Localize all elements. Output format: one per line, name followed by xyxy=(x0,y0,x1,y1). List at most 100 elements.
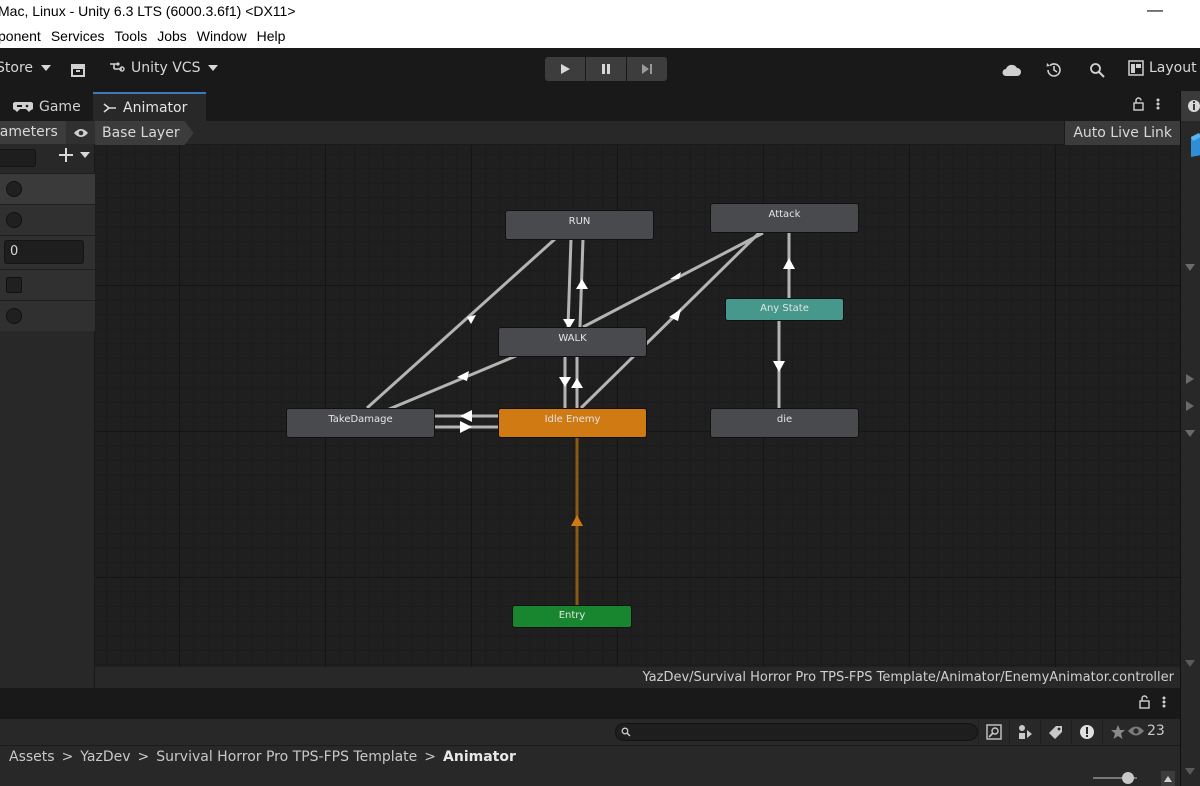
state-entry[interactable]: Entry xyxy=(513,606,631,627)
cloud-icon[interactable] xyxy=(1000,59,1022,81)
unity-vcs-dropdown[interactable]: Unity VCS xyxy=(108,60,219,76)
state-attack[interactable]: Attack xyxy=(711,204,858,232)
pause-icon xyxy=(602,64,610,74)
window-title-bar: Mac, Linux - Unity 6.3 LTS (6000.3.6f1) … xyxy=(0,0,1200,24)
package-icon[interactable] xyxy=(67,59,89,81)
parameters-search-input[interactable] xyxy=(0,149,36,167)
layout-label: Layout xyxy=(1149,60,1197,76)
trigger-toggle[interactable] xyxy=(6,181,22,197)
warning-icon xyxy=(1080,725,1094,739)
search-by-type-button[interactable] xyxy=(978,720,1009,744)
hidden-packages-count[interactable]: 23 xyxy=(1127,723,1165,739)
tab-tools xyxy=(1132,97,1160,111)
filter-by-label-button[interactable] xyxy=(1040,720,1071,744)
layer-breadcrumb[interactable]: Base Layer xyxy=(95,121,194,145)
foldout-arrow-icon[interactable] xyxy=(1184,400,1196,412)
parameters-header: rameters xyxy=(0,121,95,144)
trigger-toggle[interactable] xyxy=(6,308,22,324)
unity-editor-window: Mac, Linux - Unity 6.3 LTS (6000.3.6f1) … xyxy=(0,0,1200,786)
search-icon[interactable] xyxy=(1086,59,1108,81)
parameters-tab[interactable]: rameters xyxy=(0,121,58,144)
shapes-icon xyxy=(1019,725,1032,739)
layout-dropdown[interactable]: Layout xyxy=(1128,60,1197,76)
minimize-button[interactable]: — xyxy=(1140,0,1170,22)
breadcrumb-animator[interactable]: Animator xyxy=(443,746,516,769)
menu-component[interactable]: ponent xyxy=(0,24,41,48)
filter-by-type-button[interactable] xyxy=(1009,720,1040,744)
history-icon[interactable] xyxy=(1043,59,1065,81)
scroll-up-button[interactable] xyxy=(1161,771,1175,786)
breadcrumb-assets[interactable]: Assets xyxy=(9,746,55,769)
parameter-row[interactable] xyxy=(0,204,95,235)
console-errors-button[interactable] xyxy=(1071,720,1102,744)
transition-run-to-takedamage[interactable] xyxy=(365,237,557,410)
state-any-state[interactable]: Any State xyxy=(726,299,843,320)
menu-jobs[interactable]: Jobs xyxy=(157,24,187,48)
project-tab-bar xyxy=(0,688,1180,719)
transition-arrow-icon xyxy=(576,279,588,289)
lock-icon[interactable] xyxy=(1132,97,1144,111)
tab-animator-label: Animator xyxy=(123,99,188,116)
project-search-input[interactable] xyxy=(615,723,978,741)
transition-arrow-icon xyxy=(783,258,795,269)
transition-arrow-icon xyxy=(460,421,472,433)
project-content-area xyxy=(0,769,1180,786)
breadcrumb-template[interactable]: Survival Horror Pro TPS-FPS Template xyxy=(156,746,417,769)
asset-store-dropdown[interactable]: Store xyxy=(0,60,52,76)
parameter-row[interactable] xyxy=(0,173,95,204)
state-idle-enemy[interactable]: Idle Enemy xyxy=(499,409,646,437)
menu-tools[interactable]: Tools xyxy=(115,24,148,48)
chevron-down-icon xyxy=(41,65,52,71)
state-take-damage[interactable]: TakeDamage xyxy=(287,409,434,437)
menu-window[interactable]: Window xyxy=(197,24,247,48)
foldout-arrow-icon[interactable] xyxy=(1184,373,1196,385)
animator-graph[interactable]: RUN Attack WALK Any State TakeDamage Idl… xyxy=(95,145,1180,667)
transition-arrow-icon xyxy=(571,378,583,388)
chevron-down-icon xyxy=(80,152,90,158)
menu-help[interactable]: Help xyxy=(257,24,286,48)
breadcrumb-separator: > xyxy=(137,749,150,765)
vcs-branch-icon xyxy=(110,62,125,72)
parameter-row[interactable] xyxy=(0,269,95,300)
scroll-down-icon[interactable] xyxy=(1184,765,1196,777)
state-walk[interactable]: WALK xyxy=(499,328,646,356)
animator-icon xyxy=(103,102,116,113)
tab-game[interactable]: Game xyxy=(3,92,91,121)
lock-icon[interactable] xyxy=(1138,695,1150,709)
transition-arrow-icon xyxy=(559,377,571,387)
kebab-menu-icon[interactable] xyxy=(1162,695,1166,709)
transition-arrow-icon xyxy=(773,361,785,372)
state-die[interactable]: die xyxy=(711,409,858,437)
breadcrumb-separator: > xyxy=(61,749,74,765)
parameter-row[interactable] xyxy=(0,300,95,331)
bool-checkbox[interactable] xyxy=(6,277,22,293)
kebab-menu-icon[interactable] xyxy=(1156,97,1160,111)
transition-attack-to-idle[interactable] xyxy=(579,231,761,410)
unity-vcs-label: Unity VCS xyxy=(131,60,201,76)
breadcrumb-yazdev[interactable]: YazDev xyxy=(80,746,130,769)
cube-icon xyxy=(1191,133,1200,157)
add-parameter-button[interactable] xyxy=(58,147,90,163)
foldout-arrow-icon[interactable] xyxy=(1184,427,1196,439)
transition-walk-to-takedamage[interactable] xyxy=(374,351,524,417)
step-button[interactable] xyxy=(627,57,667,81)
auto-live-link-toggle[interactable]: Auto Live Link xyxy=(1064,121,1180,145)
transition-run-to-walk[interactable] xyxy=(566,238,573,328)
parameter-row[interactable]: 0 xyxy=(0,235,95,269)
foldout-arrow-icon[interactable] xyxy=(1184,261,1196,273)
asset-store-label: Store xyxy=(0,60,34,76)
inspector-tab-edge[interactable] xyxy=(1181,91,1200,121)
state-run[interactable]: RUN xyxy=(506,211,653,239)
trigger-toggle[interactable] xyxy=(6,212,22,228)
menu-services[interactable]: Services xyxy=(51,24,105,48)
pause-button[interactable] xyxy=(586,57,626,81)
int-parameter-field[interactable]: 0 xyxy=(4,240,84,264)
open-search-icon xyxy=(986,724,1002,740)
project-breadcrumb: Assets > YazDev > Survival Horror Pro TP… xyxy=(0,745,1180,769)
inspector-edge xyxy=(1180,91,1200,786)
eye-icon[interactable] xyxy=(66,121,95,144)
play-button[interactable] xyxy=(545,57,585,81)
tab-animator[interactable]: Animator xyxy=(93,92,206,121)
icon-size-slider-thumb[interactable] xyxy=(1122,772,1134,784)
scroll-down-icon[interactable] xyxy=(1184,657,1196,669)
